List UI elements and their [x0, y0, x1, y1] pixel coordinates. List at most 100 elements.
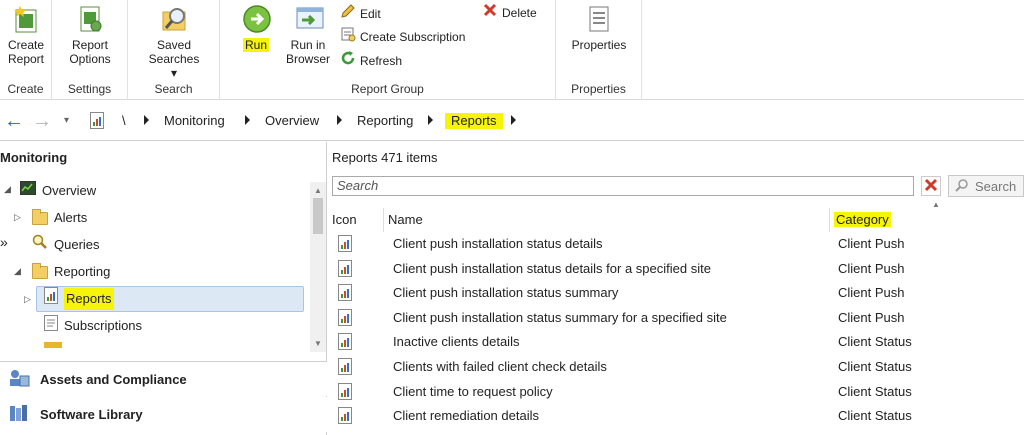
table-row[interactable]: Client push installation status details … — [328, 257, 1024, 282]
tree-item-reporting[interactable]: Reporting — [32, 261, 110, 283]
report-icon — [338, 259, 352, 280]
run-in-browser-button[interactable]: Run in Browser — [282, 4, 334, 66]
breadcrumb-separator-icon[interactable] — [245, 115, 250, 125]
table-row[interactable]: Client remediation details Client Status — [328, 404, 1024, 429]
report-name: Client push installation status details … — [393, 260, 711, 276]
refresh-button[interactable]: Refresh — [340, 51, 402, 71]
ribbon-group-label: Properties — [571, 82, 626, 96]
ribbon-group-settings: Report Options Settings — [52, 0, 128, 100]
results-pane: Reports 471 items Search Search Icon Nam… — [328, 142, 1024, 435]
report-category: Client Status — [838, 358, 912, 374]
breadcrumb-separator-icon[interactable] — [428, 115, 433, 125]
report-icon — [338, 284, 352, 304]
table-row[interactable]: Client push installation status summary … — [328, 281, 1024, 306]
scroll-down-icon[interactable]: ▼ — [314, 339, 322, 348]
run-icon — [242, 4, 271, 34]
column-header-name[interactable]: Name — [384, 208, 830, 232]
create-subscription-button[interactable]: Create Subscription — [340, 27, 465, 47]
scroll-up-icon[interactable]: ▲ — [314, 186, 322, 195]
report-category: Client Status — [838, 334, 912, 350]
report-name: Client push installation status summary … — [393, 309, 727, 325]
column-header-icon[interactable]: Icon — [328, 208, 384, 232]
breadcrumb-overview[interactable]: Overview — [265, 113, 319, 129]
report-name: Clients with failed client check details — [393, 358, 607, 374]
address-bar: ← → ▾ \ Monitoring Overview Reporting Re… — [0, 101, 1024, 141]
clear-x-icon — [924, 178, 938, 195]
tree-item-overview[interactable]: Overview — [20, 180, 96, 202]
ribbon-group-properties: Properties Properties — [556, 0, 642, 100]
assets-compliance-icon — [8, 368, 30, 391]
report-category: Client Push — [838, 285, 905, 301]
edit-button[interactable]: Edit — [340, 4, 381, 24]
table-row[interactable]: Clients with failed client check details… — [328, 355, 1024, 380]
ribbon-group-label: Search — [154, 82, 193, 96]
history-dropdown-icon[interactable]: ▾ — [64, 113, 69, 129]
folder-icon — [32, 208, 48, 225]
subscriptions-icon — [44, 314, 58, 338]
breadcrumb-reporting[interactable]: Reporting — [357, 113, 413, 129]
ribbon-group-search: Saved Searches ▾ Search — [128, 0, 220, 100]
properties-button[interactable]: Properties — [564, 4, 634, 52]
collapse-expander-icon[interactable]: ◢ — [4, 184, 11, 195]
search-icon — [955, 178, 969, 195]
tree-item-reports[interactable]: Reports — [44, 287, 114, 310]
dropdown-arrow-icon: ▾ — [170, 66, 178, 80]
breadcrumb-separator-icon[interactable] — [511, 115, 516, 125]
report-folder-icon — [90, 112, 104, 132]
breadcrumb-monitoring[interactable]: Monitoring — [164, 113, 225, 129]
breadcrumb-reports[interactable]: Reports — [445, 113, 503, 129]
software-library-icon — [8, 403, 30, 426]
create-report-icon — [12, 4, 40, 34]
report-name: Client push installation status details — [393, 236, 603, 251]
search-button[interactable]: Search — [948, 175, 1024, 197]
table-row[interactable]: Client time to request policy Client Sta… — [328, 380, 1024, 405]
tree-item-alerts[interactable]: Alerts — [32, 207, 87, 229]
saved-searches-button[interactable]: Saved Searches ▾ — [138, 4, 210, 80]
table-row[interactable]: Client push installation status summary … — [328, 306, 1024, 331]
report-options-icon — [76, 4, 104, 34]
navigation-scrollbar[interactable]: ▲ ▼ — [310, 182, 326, 352]
back-arrow-icon[interactable]: ← — [4, 111, 24, 131]
search-input[interactable]: Search — [332, 176, 914, 196]
report-options-button[interactable]: Report Options — [62, 4, 118, 66]
tree-item-queries[interactable]: Queries — [32, 234, 100, 256]
report-category: Client Status — [838, 408, 912, 424]
create-report-button[interactable]: Create Report — [2, 4, 50, 66]
forward-arrow-icon[interactable]: → — [32, 111, 52, 131]
delete-x-icon — [482, 2, 498, 24]
saved-searches-icon — [160, 4, 188, 34]
workspace-assets-and-compliance[interactable]: Assets and Compliance — [0, 361, 327, 396]
expand-expander-icon[interactable]: ▷ — [14, 212, 21, 223]
overview-icon — [20, 180, 36, 202]
clear-search-button[interactable] — [921, 176, 941, 196]
breadcrumb-separator-icon[interactable] — [337, 115, 342, 125]
pencil-icon — [340, 3, 356, 25]
partial-tree-item-icon — [44, 342, 62, 348]
folder-icon — [32, 262, 48, 279]
report-category: Client Push — [838, 309, 905, 325]
report-category: Client Push — [838, 260, 905, 276]
breadcrumb-separator-icon[interactable] — [144, 115, 149, 125]
report-icon — [338, 357, 352, 378]
table-row[interactable]: Client push installation status details … — [328, 232, 1024, 257]
ribbon-group-report: Run Run in Browser Edit Create Subscript… — [220, 0, 556, 100]
delete-button[interactable]: Delete — [482, 3, 537, 23]
collapse-expander-icon[interactable]: ◢ — [14, 266, 21, 277]
report-category: Client Push — [838, 236, 905, 251]
navigation-pane-title: Monitoring — [0, 150, 68, 165]
table-row[interactable]: Inactive clients details Client Status — [328, 330, 1024, 355]
properties-icon — [585, 4, 613, 34]
run-button[interactable]: Run — [236, 4, 276, 52]
scroll-thumb[interactable] — [313, 198, 323, 234]
breadcrumb-root[interactable]: \ — [122, 113, 126, 129]
column-header-category[interactable]: Category — [830, 208, 1024, 232]
refresh-icon — [340, 50, 356, 72]
report-icon — [338, 308, 352, 329]
ribbon-group-label: Settings — [67, 82, 112, 96]
report-icon — [338, 333, 352, 353]
report-name: Client time to request policy — [393, 383, 553, 399]
workspace-software-library[interactable]: Software Library — [0, 397, 327, 432]
tree-item-subscriptions[interactable]: Subscriptions — [44, 314, 142, 338]
collapse-pane-icon[interactable]: » — [0, 234, 8, 250]
expand-expander-icon[interactable]: ▷ — [24, 294, 31, 305]
